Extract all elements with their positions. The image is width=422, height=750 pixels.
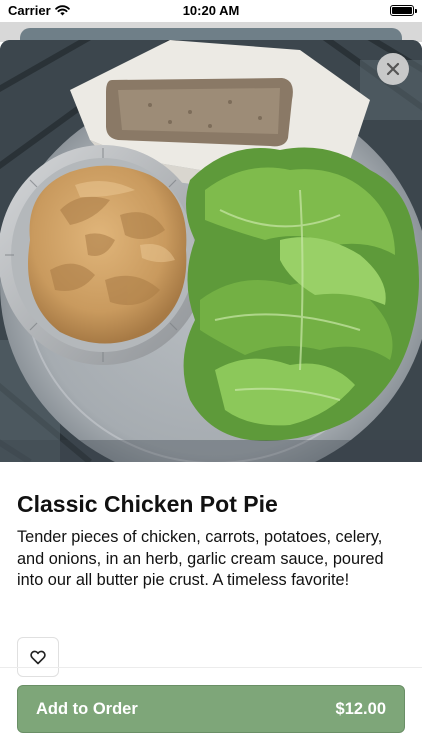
footer-divider bbox=[0, 667, 422, 668]
favorite-button[interactable] bbox=[17, 637, 59, 677]
heart-outline-icon bbox=[30, 650, 46, 664]
close-button[interactable] bbox=[377, 53, 409, 85]
item-description: Tender pieces of chicken, carrots, potat… bbox=[17, 528, 384, 590]
item-price: $12.00 bbox=[335, 699, 386, 718]
clock: 10:20 AM bbox=[182, 3, 240, 18]
status-bar: Carrier 10:20 AM bbox=[0, 0, 422, 22]
battery-level bbox=[392, 7, 412, 14]
item-title: Classic Chicken Pot Pie bbox=[17, 491, 278, 517]
item-photo bbox=[0, 40, 422, 462]
add-to-order-label: Add to Order bbox=[36, 699, 138, 718]
item-detail-sheet: Classic Chicken Pot Pie Tender pieces of… bbox=[0, 40, 422, 750]
battery-icon bbox=[390, 5, 417, 16]
item-details: Classic Chicken Pot Pie Tender pieces of… bbox=[0, 462, 422, 592]
close-icon bbox=[386, 62, 400, 76]
add-to-order-button[interactable]: Add to Order $12.00 bbox=[17, 685, 405, 733]
